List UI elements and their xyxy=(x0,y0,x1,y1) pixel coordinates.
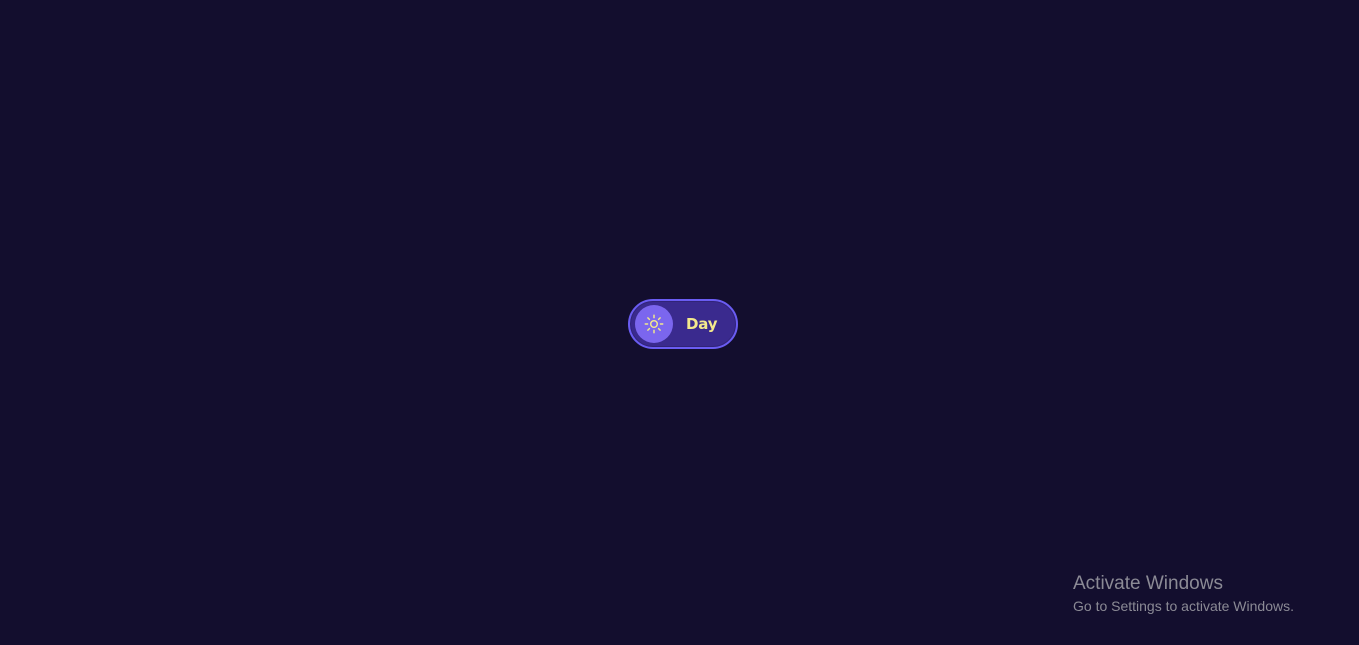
page-background: { "toggle": { "label": "Day", "icon": "s… xyxy=(0,0,1359,645)
day-night-toggle[interactable]: Day xyxy=(628,299,738,349)
toggle-knob[interactable] xyxy=(635,305,673,343)
watermark-subtitle: Go to Settings to activate Windows. xyxy=(1073,598,1294,614)
toggle-label: Day xyxy=(686,315,718,333)
sun-icon xyxy=(643,313,665,335)
activate-windows-watermark: Activate Windows Go to Settings to activ… xyxy=(1073,573,1294,615)
watermark-title: Activate Windows xyxy=(1073,573,1223,594)
